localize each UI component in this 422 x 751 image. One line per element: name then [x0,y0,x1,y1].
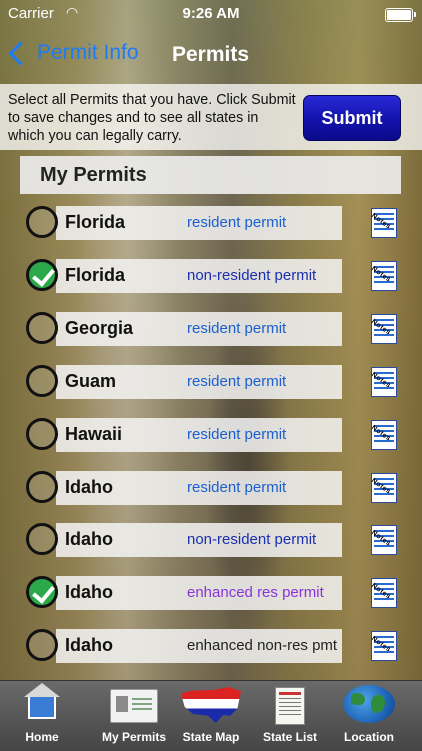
state-name: Florida [65,264,126,285]
page-title: Permits [172,43,250,66]
permit-type: resident permit [187,319,287,337]
permit-row[interactable]: Idaho enhanced res permit Notes [0,568,422,620]
state-name: Georgia [65,317,134,338]
globe-icon [343,685,395,723]
clock: 9:26 AM [182,5,240,22]
notes-icon-text: Notes [369,212,392,231]
notes-icon-text: Notes [369,265,392,284]
permit-type: enhanced non-res pmt [187,637,338,655]
permit-type: resident permit [187,425,287,443]
permit-type: enhanced res permit [187,584,324,602]
chevron-left-icon [8,40,33,66]
notes-icon-text: Notes [369,529,392,549]
us-map-icon [181,687,241,723]
permit-checkbox[interactable] [26,258,58,291]
submit-button[interactable]: Submit [303,95,401,141]
tab-location[interactable]: Location [334,681,404,751]
back-button-label: Permit Info [37,41,139,64]
permit-checkbox[interactable] [26,417,58,450]
tab-label: My Permits [101,730,167,744]
permit-checkbox[interactable] [26,311,58,344]
permit-type: non-resident permit [187,531,317,549]
notes-icon[interactable]: Notes [369,472,397,503]
permit-row[interactable]: Idaho resident permit Notes [0,463,422,515]
permit-checkbox[interactable] [26,206,58,238]
tab-label: State List [262,730,317,744]
notes-icon-text: Notes [369,371,392,390]
notes-icon[interactable]: Notes [369,260,397,291]
tab-home[interactable]: Home [14,681,70,751]
tab-state-map[interactable]: State Map [176,681,246,751]
permit-checkbox[interactable] [26,523,58,556]
state-name: Florida [65,212,126,232]
state-name: Idaho [65,529,113,550]
notes-icon[interactable]: Notes [369,419,397,450]
notes-icon[interactable]: Notes [369,366,397,397]
permit-type: resident permit [187,214,287,231]
permit-row[interactable]: Georgia resident permit Notes [0,304,422,356]
tab-bar: Home My Permits State Map State List Loc… [0,680,422,751]
state-name: Idaho [65,476,113,497]
tab-my-permits[interactable]: My Permits [94,681,174,751]
notes-icon[interactable]: Notes [369,631,397,662]
permit-card-icon [110,689,158,723]
permit-row[interactable]: Guam resident permit Notes [0,357,422,409]
state-name: Guam [65,370,117,391]
notes-icon-text: Notes [369,582,392,601]
tab-state-list[interactable]: State List [256,681,324,751]
notes-icon[interactable]: Notes [369,208,397,238]
section-header: My Permits [20,156,401,194]
permit-row[interactable]: Idaho non-resident permit Notes [0,515,422,567]
navigation-bar: Permit Info Permits [0,28,422,84]
permit-checkbox[interactable] [26,470,58,503]
tab-label: Home [25,730,59,744]
permit-checkbox[interactable] [26,629,58,662]
state-name: Idaho [65,582,113,603]
permit-type: resident permit [187,478,287,496]
home-icon [24,683,60,719]
notes-icon[interactable]: Notes [369,525,397,556]
permit-checkbox[interactable] [26,364,58,397]
permit-checkbox[interactable] [26,576,58,609]
state-name: Idaho [65,635,113,656]
state-list-icon [275,687,305,725]
permit-row[interactable]: Hawaii resident permit Notes [0,410,422,462]
notes-icon-text: Notes [369,423,392,443]
notes-icon-text: Notes [369,318,392,337]
state-name: Hawaii [65,423,123,444]
back-button[interactable]: Permit Info [8,40,139,66]
instructions-text: Select all Permits that you have. Click … [8,92,296,144]
notes-icon[interactable]: Notes [369,313,397,344]
notes-icon-text: Notes [369,476,392,496]
status-bar: Carrier ◠ 9:26 AM [0,0,422,28]
permit-row[interactable]: Florida resident permit Notes [0,198,422,250]
tab-label: Location [344,730,394,744]
notes-icon[interactable]: Notes [369,578,397,609]
battery-icon [385,8,416,22]
permit-row[interactable]: Florida non-resident permit Notes [0,251,422,303]
permit-type: non-resident permit [187,266,317,284]
notes-icon-text: Notes [369,635,392,654]
permit-type: resident permit [187,372,287,390]
tab-label: State Map [182,730,240,744]
permit-row[interactable]: Idaho enhanced non-res pmt Notes [0,621,422,673]
